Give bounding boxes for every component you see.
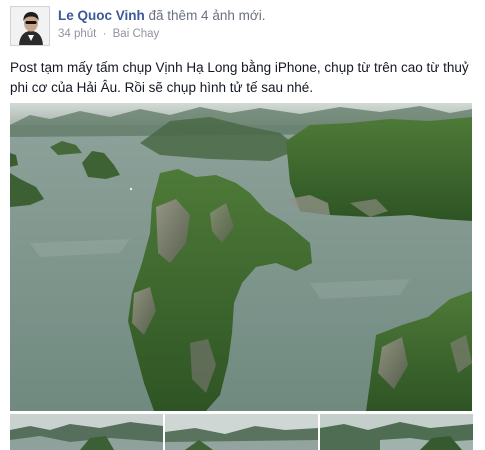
main-photo[interactable]	[10, 103, 472, 411]
post-header: Le Quoc Vinh đã thêm 4 ảnh mới.	[58, 8, 265, 23]
facebook-post: Le Quoc Vinh đã thêm 4 ảnh mới. 34 phút …	[0, 0, 485, 450]
avatar[interactable]	[10, 6, 50, 46]
thumbnail-photo-1[interactable]	[10, 414, 163, 450]
post-caption: Post tạm mấy tấm chụp Vịnh Hạ Long bằng …	[10, 60, 469, 95]
post-location-link[interactable]: Bai Chay	[113, 28, 160, 40]
post-meta: 34 phút · Bai Chay	[58, 28, 159, 40]
thumbnail-strip	[10, 414, 473, 450]
thumbnail-photo-2[interactable]	[165, 414, 318, 450]
author-name-link[interactable]: Le Quoc Vinh	[58, 8, 145, 23]
meta-separator: ·	[102, 28, 107, 40]
thumbnail-photo-3[interactable]	[320, 414, 473, 450]
post-action-text: đã thêm 4 ảnh mới.	[148, 8, 266, 23]
post-timestamp-link[interactable]: 34 phút	[58, 28, 96, 40]
